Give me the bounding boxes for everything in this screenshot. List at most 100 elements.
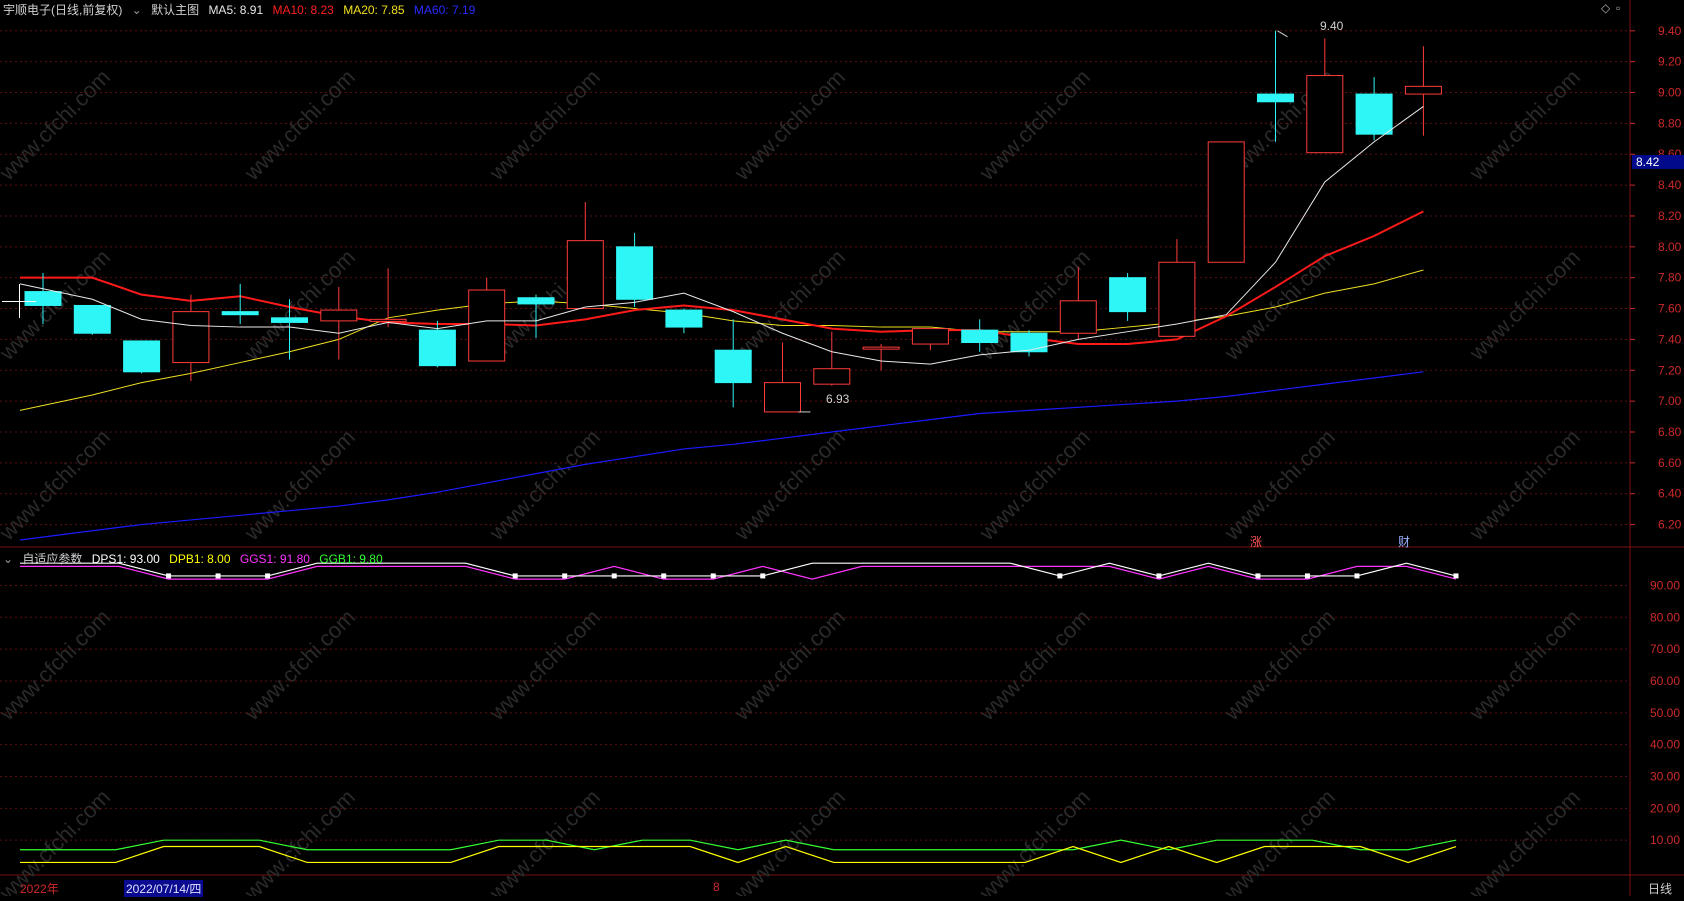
candle-body-down[interactable] <box>517 297 555 305</box>
indicator-tick-label: 40.00 <box>1650 738 1680 752</box>
period-label[interactable]: 日线 <box>1648 880 1672 897</box>
price-tick-label: 8.80 <box>1658 116 1682 130</box>
watermark-text: www.cfchi.com <box>974 424 1095 545</box>
indicator-tick-label: 80.00 <box>1650 610 1680 624</box>
watermark-text: www.cfchi.com <box>484 64 605 185</box>
candle-body-up[interactable] <box>813 368 851 385</box>
price-tick-label: 7.00 <box>1658 394 1682 408</box>
indicator-tick-label: 60.00 <box>1650 674 1680 688</box>
indicator-name[interactable]: 自适应参数 <box>22 552 82 566</box>
current-price-tag: 8.42 <box>1632 155 1684 169</box>
candle-body-up[interactable] <box>1404 85 1442 95</box>
dpb1-label: DPB1: 8.00 <box>169 552 231 566</box>
dps1-marker <box>611 573 617 579</box>
high-pointer <box>1277 30 1288 38</box>
stock-title[interactable]: 宇顺电子(日线,前复权) <box>3 3 122 17</box>
candle-body-down[interactable] <box>73 304 111 334</box>
price-tick-label: 8.00 <box>1658 240 1682 254</box>
candle-body-down[interactable] <box>665 309 703 328</box>
candle-body-up[interactable] <box>1306 75 1344 154</box>
watermark-text: www.cfchi.com <box>1464 604 1585 725</box>
dps1-marker <box>1354 573 1360 579</box>
dps1-marker <box>215 573 221 579</box>
candle-body-down[interactable] <box>221 311 259 316</box>
watermark-text: www.cfchi.com <box>1219 424 1340 545</box>
watermark-text: www.cfchi.com <box>729 64 850 185</box>
high-price-annotation: 9.40 <box>1320 19 1344 33</box>
price-tick-label: 8.40 <box>1658 178 1682 192</box>
watermark-text: www.cfchi.com <box>1464 64 1585 185</box>
candle-body-down[interactable] <box>961 329 999 343</box>
dps1-label: DPS1: 93.00 <box>91 552 160 566</box>
candle-body-down[interactable] <box>418 329 456 367</box>
candle-body-up[interactable] <box>862 346 900 350</box>
candle-body-up[interactable] <box>1158 261 1196 337</box>
ggs1-line <box>20 565 1457 580</box>
price-tick-label: 6.80 <box>1658 425 1682 439</box>
dps1-marker <box>710 573 716 579</box>
dps1-marker <box>661 573 667 579</box>
template-label[interactable]: 默认主图 <box>151 3 199 17</box>
watermark-text: www.cfchi.com <box>0 424 115 545</box>
price-tick-label: 6.60 <box>1658 456 1682 470</box>
candle-body-down[interactable] <box>1109 277 1147 313</box>
dps1-marker <box>1453 573 1459 579</box>
ma60-label: MA60: 7.19 <box>413 3 476 17</box>
indicator-tick-label: 70.00 <box>1650 642 1680 656</box>
candle-body-down[interactable] <box>24 291 62 306</box>
template-dropdown-icon[interactable]: ⌄ <box>132 3 142 17</box>
low-price-annotation: 6.93 <box>826 392 850 406</box>
candle-body-down[interactable] <box>1355 93 1393 135</box>
watermark-text: www.cfchi.com <box>484 424 605 545</box>
square-icon[interactable]: ▫ <box>1616 1 1620 15</box>
candle-body-up[interactable] <box>911 328 949 345</box>
candle-body-up[interactable] <box>369 318 407 322</box>
rise-badge[interactable]: 涨 <box>1250 533 1262 550</box>
candle-body-down[interactable] <box>616 246 654 300</box>
candle-body-up[interactable] <box>468 289 506 362</box>
candle-body-down[interactable] <box>1257 93 1294 103</box>
watermark-text: www.cfchi.com <box>239 604 360 725</box>
indicator-tick-label: 20.00 <box>1650 801 1680 815</box>
indicator-dropdown-icon[interactable]: ⌄ <box>3 552 13 566</box>
candle-body-up[interactable] <box>566 240 604 310</box>
dps1-marker <box>760 573 766 579</box>
stock-chart-window[interactable]: www.cfchi.com www.cfchi.com www.cfchi.com w… <box>0 0 1684 901</box>
price-tick-label: 8.20 <box>1658 209 1682 223</box>
ma5-label: MA5: 8.91 <box>208 3 264 17</box>
candle-body-up[interactable] <box>764 382 801 413</box>
indicator-tick-label: 30.00 <box>1650 769 1680 783</box>
price-tick-label: 6.20 <box>1658 518 1682 532</box>
candle-body-up[interactable] <box>320 309 358 322</box>
dpb1-line <box>20 845 1457 864</box>
watermark-text: www.cfchi.com <box>974 604 1095 725</box>
year-label: 2022年 <box>20 882 59 896</box>
dps1-marker <box>1057 573 1063 579</box>
candle-body-down[interactable] <box>1010 332 1048 353</box>
ma60-line <box>19 371 1424 541</box>
diamond-icon[interactable]: ◇ <box>1601 1 1610 15</box>
indicator-tick-label: 90.00 <box>1650 578 1680 592</box>
candle-body-down[interactable] <box>714 349 752 384</box>
candle-body-down[interactable] <box>123 340 161 373</box>
chart-canvas[interactable]: www.cfchi.com www.cfchi.com www.cfchi.com w… <box>0 0 1684 901</box>
watermark-text: www.cfchi.com <box>1219 604 1340 725</box>
watermark-text: www.cfchi.com <box>0 64 115 185</box>
candle-body-up[interactable] <box>1059 300 1097 334</box>
ma10-label: MA10: 8.23 <box>272 3 334 17</box>
candle-body-up[interactable] <box>172 311 210 364</box>
watermark-text: www.cfchi.com <box>0 604 115 725</box>
date-label: 2022/07/14/四 <box>124 880 204 897</box>
candle-body-down[interactable] <box>271 317 308 323</box>
price-tick-label: 9.20 <box>1658 55 1682 69</box>
watermark-text: www.cfchi.com <box>1464 424 1585 545</box>
price-tick-label: 7.80 <box>1658 271 1682 285</box>
candle-body-up[interactable] <box>1207 141 1245 263</box>
finance-badge[interactable]: 财 <box>1398 533 1410 550</box>
price-tick-label: 7.40 <box>1658 332 1682 346</box>
ma20-label: MA20: 7.85 <box>343 3 405 17</box>
watermark-text: www.cfchi.com <box>239 244 360 365</box>
ma20-line <box>19 269 1424 411</box>
month-label: 8 <box>713 880 720 894</box>
watermark-text: www.cfchi.com <box>1464 244 1585 365</box>
